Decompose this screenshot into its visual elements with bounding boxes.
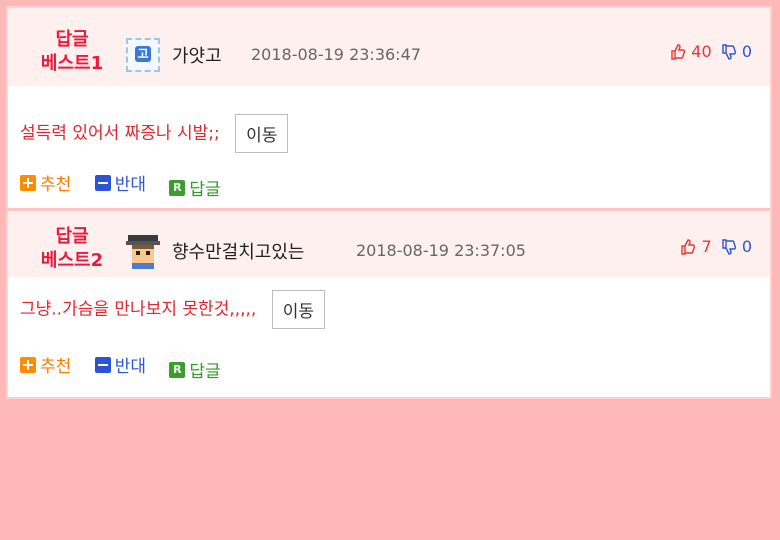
recommend-label: 추천 — [40, 357, 72, 377]
nickname[interactable]: 가얏고 — [172, 42, 222, 68]
reply-icon: R — [169, 179, 186, 196]
minus-icon — [94, 174, 111, 191]
upvote[interactable]: 7 — [680, 237, 716, 256]
nickname[interactable]: 향수만걸치고있는 — [172, 238, 304, 264]
comment-header: 답글 베스트1 고 가얏고 2018-08-19 23:36:47 40 0 — [8, 8, 770, 86]
comment-actions: 추천 반대 R 답글 — [20, 352, 239, 540]
best-label-line1: 답글 — [55, 29, 89, 50]
comment-text: 그냥..가슴을 만나보지 못한것,,,,, — [20, 299, 257, 320]
best-label-line2: 베스트2 — [40, 250, 104, 271]
recommend-label: 추천 — [40, 175, 72, 195]
vote-counts: 7 0 — [680, 237, 752, 256]
reply-label: 답글 — [189, 180, 221, 200]
level-icon: 고 — [126, 38, 160, 72]
vote-counts: 40 0 — [670, 42, 752, 61]
downvote[interactable]: 0 — [721, 42, 752, 61]
oppose-label: 반대 — [114, 357, 146, 377]
reply-icon: R — [169, 361, 186, 378]
best-badge: 답글 베스트2 — [30, 225, 114, 273]
reply-button[interactable]: R 답글 — [169, 175, 221, 200]
best-badge: 답글 베스트1 — [30, 28, 114, 76]
recommend-button[interactable]: 추천 — [20, 170, 71, 195]
upvote[interactable]: 40 — [670, 42, 717, 61]
best-label-line2: 베스트1 — [40, 53, 104, 74]
minus-icon — [94, 356, 111, 373]
reply-button[interactable]: R 답글 — [169, 357, 221, 382]
avatar-icon — [126, 235, 160, 269]
oppose-label: 반대 — [114, 175, 146, 195]
upvote-count: 40 — [691, 42, 712, 61]
best-label-line1: 답글 — [55, 226, 89, 247]
move-button[interactable]: 이동 — [235, 114, 289, 153]
oppose-button[interactable]: 반대 — [94, 170, 146, 195]
thumbs-up-icon — [681, 239, 696, 255]
comment-actions: 추천 반대 R 답글 — [20, 170, 239, 200]
comment-content: 설득력 있어서 짜증나 시발;; 이동 — [20, 114, 289, 153]
thumbs-up-icon — [671, 44, 686, 60]
comment-text: 설득력 있어서 짜증나 시발;; — [20, 123, 220, 144]
plus-icon — [20, 174, 36, 191]
pixel-avatar-icon — [126, 235, 160, 269]
thumbs-down-icon — [722, 239, 736, 255]
downvote[interactable]: 0 — [721, 237, 752, 256]
oppose-button[interactable]: 반대 — [94, 352, 146, 377]
comment-datetime: 2018-08-19 23:36:47 — [251, 45, 421, 64]
best-comment-1: 답글 베스트1 고 가얏고 2018-08-19 23:36:47 40 0 설… — [8, 8, 770, 208]
plus-icon — [20, 356, 36, 373]
comment-header: 답글 베스트2 향수만걸치고있는 2018-08-19 23:37:05 7 0 — [8, 211, 770, 277]
level-icon-text: 고 — [135, 46, 151, 62]
upvote-count: 7 — [701, 237, 712, 256]
comment-datetime: 2018-08-19 23:37:05 — [356, 241, 526, 260]
downvote-count: 0 — [741, 237, 752, 256]
recommend-button[interactable]: 추천 — [20, 352, 71, 377]
reply-label: 답글 — [189, 362, 221, 382]
comment-list: 답글 베스트1 고 가얏고 2018-08-19 23:36:47 40 0 설… — [6, 6, 772, 399]
downvote-count: 0 — [741, 42, 752, 61]
move-button[interactable]: 이동 — [271, 290, 326, 329]
thumbs-down-icon — [722, 44, 736, 60]
